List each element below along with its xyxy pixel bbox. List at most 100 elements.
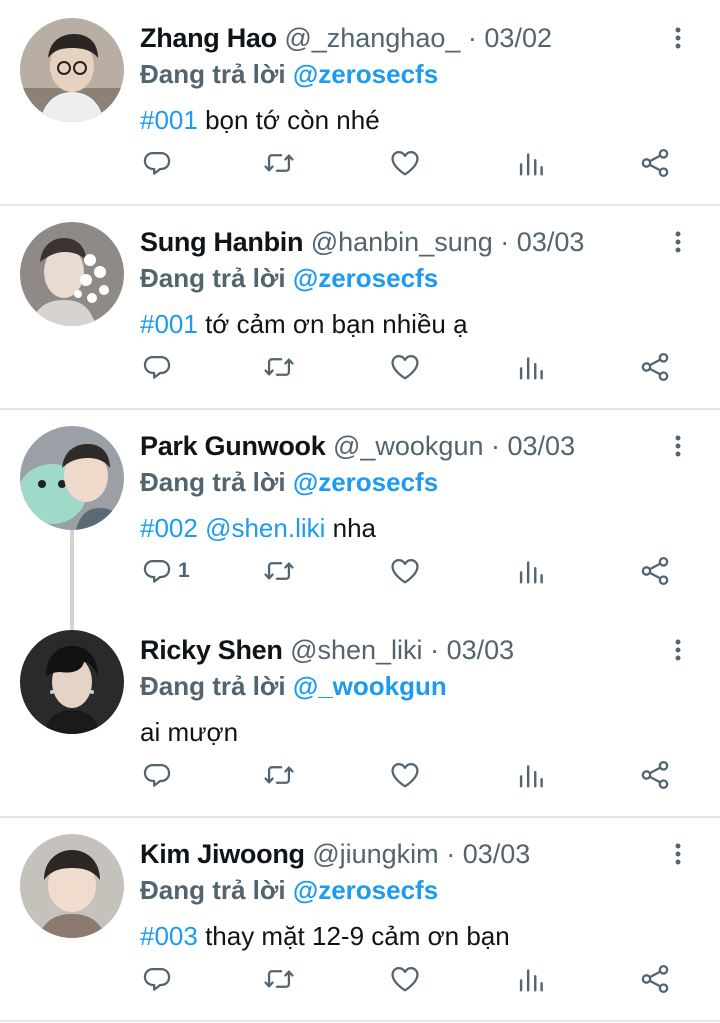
retweet-icon	[262, 146, 296, 180]
reply-button[interactable]: 1	[140, 546, 190, 596]
reply-icon	[140, 146, 174, 180]
tweet-date[interactable]: 03/03	[517, 227, 585, 257]
avatar[interactable]	[20, 426, 124, 530]
tweet-header: Kim Jiwoong @jiungkim · 03/03	[140, 834, 530, 874]
like-button[interactable]	[388, 750, 422, 800]
separator-dot: ·	[430, 635, 440, 665]
retweet-button[interactable]	[262, 954, 296, 1004]
replying-label: Đang trả lời	[140, 263, 286, 293]
retweet-icon	[262, 962, 296, 996]
share-icon	[638, 758, 672, 792]
retweet-button[interactable]	[262, 342, 296, 392]
separator-dot: ·	[467, 23, 477, 53]
tweet-body: nha	[325, 513, 377, 543]
tweet[interactable]: Sung Hanbin @hanbin_sung · 03/03 Đang tr…	[0, 204, 720, 408]
user-handle[interactable]: @hanbin_sung	[311, 227, 493, 257]
reply-icon	[140, 962, 174, 996]
views-button[interactable]	[514, 546, 548, 596]
user-handle[interactable]: @_zhanghao_	[284, 23, 460, 53]
tweet-text: ai mượn	[140, 714, 238, 750]
tweet[interactable]: Zhang Hao @_zhanghao_ · 03/02 Đang trả l…	[0, 0, 720, 204]
retweet-button[interactable]	[262, 546, 296, 596]
tweet-body: bọn tớ còn nhé	[197, 105, 380, 135]
like-button[interactable]	[388, 546, 422, 596]
views-button[interactable]	[514, 342, 548, 392]
avatar[interactable]	[20, 834, 124, 938]
tweet-header: Zhang Hao @_zhanghao_ · 03/02	[140, 18, 552, 58]
like-icon	[388, 758, 422, 792]
hashtag-link[interactable]: #001	[140, 309, 198, 339]
display-name[interactable]: Ricky Shen	[140, 635, 283, 665]
reply-target-link[interactable]: @zerosecfs	[293, 467, 438, 497]
reply-target-link[interactable]: @zerosecfs	[293, 59, 438, 89]
share-icon	[638, 554, 672, 588]
user-handle[interactable]: @jiungkim	[312, 839, 438, 869]
reply-target-link[interactable]: @_wookgun	[293, 671, 447, 701]
replying-label: Đang trả lời	[140, 467, 286, 497]
tweet-date[interactable]: 03/03	[463, 839, 531, 869]
tweet-date[interactable]: 03/02	[484, 23, 552, 53]
tweet-header: Sung Hanbin @hanbin_sung · 03/03	[140, 222, 584, 262]
views-button[interactable]	[514, 954, 548, 1004]
display-name[interactable]: Zhang Hao	[140, 23, 277, 53]
more-icon[interactable]	[664, 634, 692, 666]
tweet-text: #001 tớ cảm ơn bạn nhiều ạ	[140, 306, 468, 342]
reply-button[interactable]	[140, 954, 178, 1004]
reply-target-link[interactable]: @zerosecfs	[293, 875, 438, 905]
tweet-date[interactable]: 03/03	[447, 635, 515, 665]
separator-dot: ·	[500, 227, 510, 257]
reply-button[interactable]	[140, 138, 178, 188]
retweet-icon	[262, 758, 296, 792]
like-button[interactable]	[388, 138, 422, 188]
tweet-header: Ricky Shen @shen_liki · 03/03	[140, 630, 514, 670]
more-icon[interactable]	[664, 430, 692, 462]
display-name[interactable]: Kim Jiwoong	[140, 839, 305, 869]
reply-icon	[140, 554, 174, 588]
share-button[interactable]	[638, 954, 672, 1004]
hashtag-link[interactable]: #003	[140, 921, 198, 951]
tweet[interactable]: Kim Jiwoong @jiungkim · 03/03 Đang trả l…	[0, 816, 720, 1020]
views-icon	[514, 758, 548, 792]
share-button[interactable]	[638, 342, 672, 392]
user-handle[interactable]: @_wookgun	[333, 431, 484, 461]
separator-dot: ·	[446, 839, 456, 869]
hashtag-link[interactable]: #002	[140, 513, 198, 543]
avatar[interactable]	[20, 222, 124, 326]
divider	[0, 1020, 720, 1022]
retweet-button[interactable]	[262, 750, 296, 800]
avatar[interactable]	[20, 18, 124, 122]
tweet[interactable]: Ricky Shen @shen_liki · 03/03 Đang trả l…	[0, 612, 720, 816]
reply-target-link[interactable]: @zerosecfs	[293, 263, 438, 293]
tweet-date[interactable]: 03/03	[508, 431, 576, 461]
share-button[interactable]	[638, 750, 672, 800]
views-icon	[514, 554, 548, 588]
reply-icon	[140, 350, 174, 384]
display-name[interactable]: Sung Hanbin	[140, 227, 303, 257]
more-icon[interactable]	[664, 226, 692, 258]
mention-link[interactable]: @shen.liki	[198, 513, 325, 543]
more-icon[interactable]	[664, 838, 692, 870]
like-button[interactable]	[388, 954, 422, 1004]
tweet-text: #002 @shen.liki nha	[140, 510, 376, 546]
views-button[interactable]	[514, 138, 548, 188]
avatar[interactable]	[20, 630, 124, 734]
replying-to: Đang trả lời @_wookgun	[140, 668, 447, 704]
views-button[interactable]	[514, 750, 548, 800]
tweet-body: tớ cảm ơn bạn nhiều ạ	[197, 309, 468, 339]
share-button[interactable]	[638, 546, 672, 596]
share-button[interactable]	[638, 138, 672, 188]
display-name[interactable]: Park Gunwook	[140, 431, 326, 461]
reply-button[interactable]	[140, 342, 178, 392]
retweet-button[interactable]	[262, 138, 296, 188]
tweet[interactable]: Park Gunwook @_wookgun · 03/03 Đang trả …	[0, 408, 720, 612]
share-icon	[638, 146, 672, 180]
tweet-text: #003 thay mặt 12-9 cảm ơn bạn	[140, 918, 510, 954]
user-handle[interactable]: @shen_liki	[290, 635, 422, 665]
hashtag-link[interactable]: #001	[140, 105, 198, 135]
like-button[interactable]	[388, 342, 422, 392]
more-icon[interactable]	[664, 22, 692, 54]
replying-label: Đang trả lời	[140, 875, 286, 905]
reply-button[interactable]	[140, 750, 178, 800]
reply-feed: Zhang Hao @_zhanghao_ · 03/02 Đang trả l…	[0, 0, 720, 1023]
action-bar: 1	[0, 546, 720, 596]
